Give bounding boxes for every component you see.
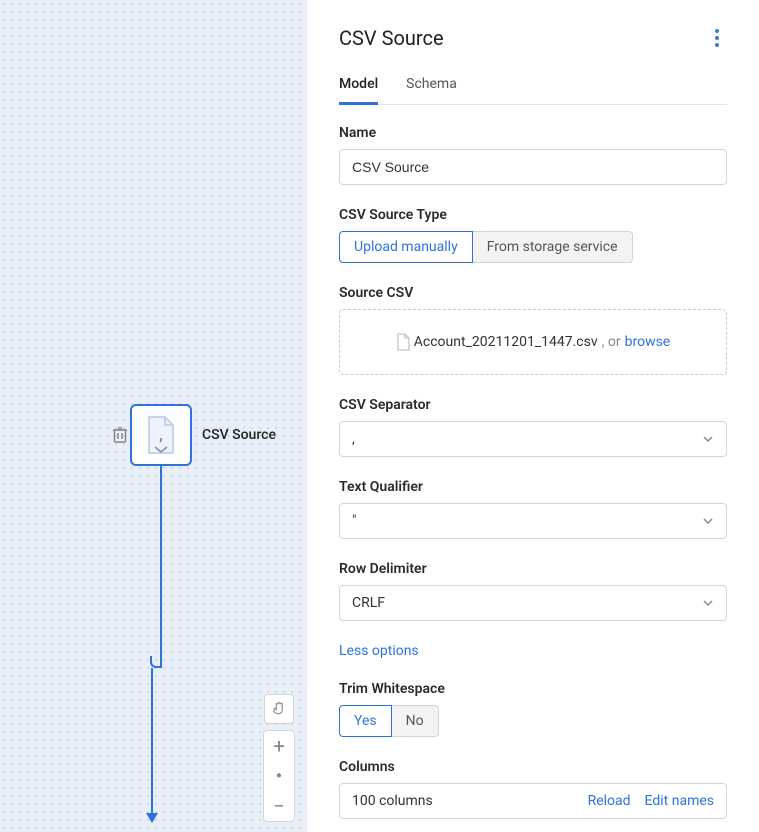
row-delimiter-select[interactable]: CRLF	[339, 585, 727, 621]
edit-names-link[interactable]: Edit names	[645, 793, 714, 809]
qualifier-value: "	[352, 513, 356, 529]
csv-source-node[interactable]: , CSV Source	[130, 404, 276, 466]
trim-no-button[interactable]: No	[392, 705, 439, 737]
kebab-dot	[715, 43, 719, 47]
hand-icon	[271, 701, 287, 717]
reload-columns-link[interactable]: Reload	[588, 793, 631, 809]
chevron-down-icon	[702, 515, 714, 527]
or-text: , or	[602, 334, 621, 350]
trim-whitespace-label: Trim Whitespace	[339, 681, 727, 697]
name-input[interactable]	[339, 149, 727, 185]
connector-line	[160, 466, 162, 666]
zoom-controls: + • −	[263, 730, 295, 822]
file-icon	[396, 333, 410, 351]
row-delimiter-value: CRLF	[352, 595, 385, 611]
pan-tool-button[interactable]	[264, 694, 294, 724]
separator-label: CSV Separator	[339, 397, 727, 413]
chevron-down-icon	[702, 433, 714, 445]
qualifier-label: Text Qualifier	[339, 479, 727, 495]
tab-model[interactable]: Model	[339, 68, 378, 105]
connector-arrow	[146, 813, 158, 823]
document-icon: ,	[145, 415, 177, 455]
canvas-controls: + • −	[263, 694, 295, 822]
connector-elbow	[150, 656, 162, 668]
trim-yes-button[interactable]: Yes	[339, 705, 392, 737]
source-type-toggle: Upload manually From storage service	[339, 231, 727, 263]
source-csv-label: Source CSV	[339, 285, 727, 301]
node-label: CSV Source	[202, 427, 276, 443]
from-storage-button[interactable]: From storage service	[473, 231, 633, 263]
panel-menu-button[interactable]	[707, 28, 727, 48]
filename-text: Account_20211201_1447.csv	[414, 334, 598, 350]
zoom-reset-button[interactable]: •	[264, 761, 294, 791]
columns-box: 100 columns Reload Edit names	[339, 783, 727, 819]
columns-summary: 100 columns	[352, 793, 433, 809]
tab-schema[interactable]: Schema	[406, 68, 457, 105]
chevron-down-icon	[702, 597, 714, 609]
source-type-label: CSV Source Type	[339, 207, 727, 223]
qualifier-select[interactable]: "	[339, 503, 727, 539]
separator-select[interactable]: ,	[339, 421, 727, 457]
connector-line	[151, 668, 153, 813]
less-options-link[interactable]: Less options	[339, 643, 419, 659]
kebab-dot	[715, 29, 719, 33]
panel-tabs: Model Schema	[339, 68, 727, 105]
browse-link[interactable]: browse	[625, 334, 671, 350]
columns-label: Columns	[339, 759, 727, 775]
upload-manually-button[interactable]: Upload manually	[339, 231, 473, 263]
zoom-out-button[interactable]: −	[264, 791, 294, 821]
delete-node-button[interactable]	[112, 426, 128, 448]
row-delimiter-label: Row Delimiter	[339, 561, 727, 577]
kebab-dot	[715, 36, 719, 40]
properties-panel: CSV Source Model Schema Name CSV Source …	[307, 0, 759, 832]
svg-text:,: ,	[159, 425, 163, 444]
file-dropzone[interactable]: Account_20211201_1447.csv, or browse	[339, 309, 727, 375]
trim-whitespace-toggle: Yes No	[339, 705, 727, 737]
workflow-canvas[interactable]: , CSV Source + • −	[0, 0, 307, 832]
name-label: Name	[339, 125, 727, 141]
zoom-in-button[interactable]: +	[264, 731, 294, 761]
panel-title: CSV Source	[339, 26, 444, 50]
node-box: ,	[130, 404, 192, 466]
separator-value: ,	[352, 431, 355, 447]
